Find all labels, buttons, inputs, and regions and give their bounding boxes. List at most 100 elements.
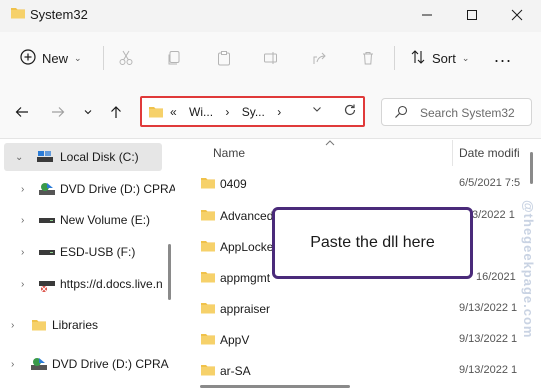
chevron-right-icon[interactable]: › — [11, 320, 14, 331]
sidebar-item-dvd-drive[interactable]: › DVD Drive (D:) CPRA — [0, 350, 175, 378]
address-bar[interactable]: « Wi... › Sy... › — [140, 96, 365, 127]
sidebar-item-esd-usb[interactable]: › ESD-USB (F:) — [0, 238, 175, 266]
drive-icon — [36, 150, 54, 167]
chevron-down-icon: ⌄ — [461, 52, 470, 63]
share-icon[interactable] — [310, 48, 330, 68]
callout-text: Paste the dll here — [310, 234, 435, 251]
up-button[interactable] — [106, 102, 126, 122]
sidebar-item-label: DVD Drive (D:) CPRA — [52, 357, 169, 371]
breadcrumb-overflow[interactable]: « — [170, 105, 177, 119]
folder-icon — [200, 270, 216, 287]
file-name: Advanced — [220, 209, 274, 223]
chevron-right-icon[interactable]: › — [21, 215, 24, 226]
sidebar-item-label: https://d.docs.live.n — [60, 277, 163, 291]
refresh-icon[interactable] — [343, 103, 357, 120]
drive-icon — [38, 247, 56, 261]
sort-label: Sort — [432, 50, 456, 66]
sidebar-scrollbar[interactable] — [168, 244, 171, 300]
breadcrumb-system32[interactable]: Sy... — [242, 105, 265, 119]
new-label: New — [42, 50, 69, 66]
search-icon — [394, 105, 408, 122]
sidebar-item-label: DVD Drive (D:) CPRA — [60, 182, 175, 196]
folder-icon — [200, 363, 216, 380]
toolbar-divider — [103, 46, 104, 70]
vertical-scrollbar[interactable] — [530, 152, 533, 184]
file-name: 0409 — [220, 177, 247, 191]
network-drive-icon — [38, 278, 56, 295]
watermark: @thegeekpage.com — [521, 200, 536, 339]
folder-icon — [200, 208, 216, 225]
file-row[interactable]: ar-SA 9/13/2022 1 — [180, 356, 541, 386]
copy-icon[interactable] — [164, 48, 184, 68]
column-date-modified[interactable]: Date modifi — [459, 146, 520, 160]
back-button[interactable] — [12, 102, 32, 122]
horizontal-scrollbar[interactable] — [200, 385, 350, 388]
file-date: 3/2022 1 — [472, 209, 515, 221]
close-button[interactable] — [494, 0, 540, 30]
plus-icon — [20, 48, 36, 68]
sidebar-item-label: New Volume (E:) — [60, 213, 151, 227]
file-name: appraiser — [220, 302, 271, 316]
folder-icon — [30, 318, 48, 335]
sidebar-item-local-disk[interactable]: ⌄ Local Disk (C:) — [4, 143, 162, 171]
sidebar-item-dvd-drive[interactable]: › DVD Drive (D:) CPRA — [0, 175, 175, 203]
chevron-right-icon[interactable]: › — [21, 247, 24, 258]
sidebar-item-libraries[interactable]: › Libraries — [0, 311, 175, 339]
folder-icon — [200, 301, 216, 318]
file-date: 9/13/2022 1 — [459, 333, 518, 345]
recent-locations-button[interactable] — [78, 102, 98, 122]
folder-icon — [200, 239, 216, 256]
folder-icon — [200, 332, 216, 349]
navigation-pane: ⌄ Local Disk (C:) › DVD Drive (D:) CPRA … — [0, 140, 175, 392]
title-bar: System32 — [0, 0, 541, 32]
file-name: ar-SA — [220, 364, 251, 378]
cut-icon[interactable] — [116, 48, 136, 68]
sidebar-item-network-drive[interactable]: › https://d.docs.live.n — [0, 270, 175, 298]
file-name: AppV — [220, 333, 250, 347]
maximize-button[interactable] — [449, 0, 495, 30]
navigation-bar: « Wi... › Sy... › Search System32 — [0, 84, 541, 139]
search-input[interactable]: Search System32 — [381, 98, 532, 126]
sort-icon — [410, 49, 426, 68]
sort-ascending-icon — [325, 140, 335, 148]
new-button[interactable]: New ⌄ — [20, 46, 82, 70]
chevron-down-icon[interactable] — [312, 104, 322, 117]
chevron-right-icon[interactable]: › — [21, 184, 24, 195]
chevron-right-icon[interactable]: › — [21, 279, 24, 290]
dvd-icon — [30, 356, 48, 375]
file-name: AppLocke — [220, 240, 274, 254]
rename-icon[interactable] — [261, 48, 281, 68]
file-row[interactable]: appraiser 9/13/2022 1 — [180, 294, 541, 324]
column-divider[interactable] — [452, 140, 453, 166]
drive-icon — [38, 215, 56, 229]
minimize-button[interactable] — [404, 0, 450, 30]
file-name: appmgmt — [220, 271, 271, 285]
chevron-down-icon: ⌄ — [74, 52, 82, 63]
file-date: 9/13/2022 1 — [459, 302, 518, 314]
delete-icon[interactable] — [358, 48, 378, 68]
more-options-button[interactable]: ... — [494, 46, 512, 66]
breadcrumb-windows[interactable]: Wi... — [189, 105, 213, 119]
folder-icon — [10, 6, 26, 23]
breadcrumb-separator[interactable]: › — [277, 105, 281, 119]
file-row[interactable]: 0409 6/5/2021 7:5 — [180, 169, 541, 199]
callout-box: Paste the dll here — [272, 207, 473, 279]
file-date: 9/13/2022 1 — [459, 364, 518, 376]
file-date: 6/5/2021 7:5 — [459, 177, 521, 189]
search-placeholder: Search System32 — [420, 106, 515, 120]
breadcrumb-separator[interactable]: › — [225, 105, 229, 119]
sidebar-item-label: ESD-USB (F:) — [60, 245, 136, 259]
sidebar-item-label: Local Disk (C:) — [60, 150, 139, 164]
file-row[interactable]: AppV 9/13/2022 1 — [180, 325, 541, 355]
paste-icon[interactable] — [214, 48, 234, 68]
sidebar-item-new-volume[interactable]: › New Volume (E:) — [0, 206, 175, 234]
folder-icon — [200, 176, 216, 193]
dvd-icon — [38, 181, 56, 200]
column-name[interactable]: Name — [213, 146, 245, 160]
forward-button[interactable] — [48, 102, 68, 122]
column-header-row: Name Date modifi — [180, 140, 541, 166]
sort-button[interactable]: Sort ⌄ — [410, 46, 469, 70]
chevron-down-icon[interactable]: ⌄ — [15, 152, 23, 163]
breadcrumb: « Wi... › Sy... › — [170, 105, 290, 119]
chevron-right-icon[interactable]: › — [11, 359, 14, 370]
